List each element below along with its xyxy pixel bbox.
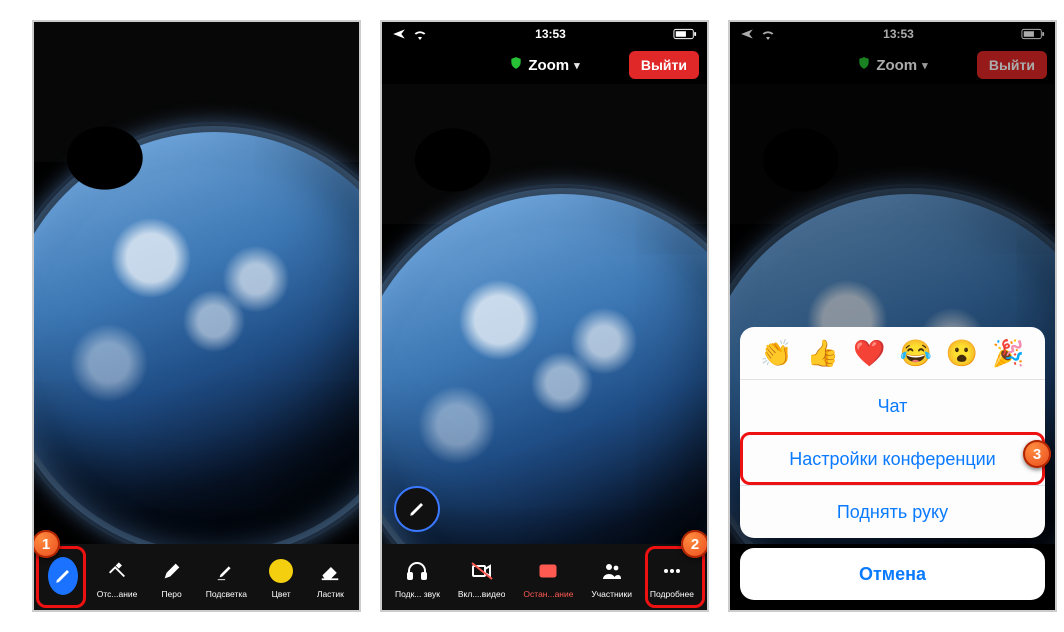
video-button[interactable]: Вкл....видео bbox=[458, 556, 506, 599]
nav-title: Zoom bbox=[528, 57, 569, 74]
tool-label: Подробнее bbox=[650, 589, 694, 599]
tool-label: Остан...ание bbox=[523, 589, 573, 599]
status-bar: 13:53 bbox=[382, 22, 707, 46]
screenshot-more-menu: 13:53 Zoom ▾ Выйти 👏 👍 ❤️ 😂 bbox=[730, 22, 1055, 610]
meeting-toolbar: Подк... звук Вкл....видео Остан...ание У… bbox=[382, 544, 707, 610]
tool-label: Подк... звук bbox=[395, 589, 440, 599]
chat-option[interactable]: Чат bbox=[740, 379, 1045, 432]
cancel-button[interactable]: Отмена bbox=[740, 548, 1045, 600]
shared-content bbox=[34, 22, 359, 544]
reactions-row: 👏 👍 ❤️ 😂 😮 🎉 bbox=[740, 327, 1045, 379]
battery-icon bbox=[673, 28, 697, 40]
screenshot-annotation-tools: Отс...ание Перо Подсветка Цвет Ластик 1 bbox=[34, 22, 359, 610]
headphones-icon bbox=[402, 556, 432, 586]
annotation-toolbar: Отс...ание Перо Подсветка Цвет Ластик bbox=[34, 544, 359, 610]
meeting-title-dropdown[interactable]: Zoom ▾ bbox=[509, 56, 579, 74]
undo-tool[interactable]: Отс...ание bbox=[97, 556, 138, 599]
stop-share-button[interactable]: Остан...ание bbox=[523, 556, 573, 599]
color-swatch-icon bbox=[266, 556, 296, 586]
color-tool[interactable]: Цвет bbox=[266, 556, 296, 599]
tool-label: Цвет bbox=[272, 589, 291, 599]
shared-content bbox=[382, 84, 707, 544]
audio-button[interactable]: Подк... звук bbox=[395, 556, 440, 599]
reaction-wow[interactable]: 😮 bbox=[946, 338, 978, 369]
meeting-settings-option[interactable]: Настройки конференции bbox=[740, 432, 1045, 485]
video-off-icon bbox=[467, 556, 497, 586]
highlight-tool[interactable]: Подсветка bbox=[206, 556, 247, 599]
wifi-icon bbox=[412, 28, 428, 40]
more-action-sheet: 👏 👍 ❤️ 😂 😮 🎉 Чат Настройки конференции П… bbox=[740, 327, 1045, 600]
eraser-icon bbox=[315, 556, 345, 586]
highlighter-icon bbox=[211, 556, 241, 586]
participants-icon bbox=[597, 556, 627, 586]
tool-label: Вкл....видео bbox=[458, 589, 506, 599]
raise-hand-option[interactable]: Поднять руку bbox=[740, 485, 1045, 538]
eraser-tool[interactable]: Ластик bbox=[315, 556, 345, 599]
pencil-icon bbox=[48, 557, 78, 595]
more-icon bbox=[657, 556, 687, 586]
pen-tool[interactable]: Перо bbox=[157, 556, 187, 599]
annotate-fab[interactable] bbox=[394, 486, 440, 532]
participants-button[interactable]: Участники bbox=[591, 556, 632, 599]
shield-icon bbox=[509, 56, 523, 74]
chevron-down-icon: ▾ bbox=[574, 59, 580, 72]
pen-icon bbox=[157, 556, 187, 586]
reaction-joy[interactable]: 😂 bbox=[900, 338, 932, 369]
screenshot-meeting-toolbar: 13:53 Zoom ▾ Выйти Подк... звук bbox=[382, 22, 707, 610]
reaction-clap[interactable]: 👏 bbox=[760, 338, 792, 369]
tool-label: Перо bbox=[161, 589, 181, 599]
leave-button[interactable]: Выйти bbox=[629, 51, 699, 79]
reaction-thumbs-up[interactable]: 👍 bbox=[807, 338, 839, 369]
status-time: 13:53 bbox=[535, 27, 566, 41]
sparkle-icon bbox=[102, 556, 132, 586]
airplane-icon bbox=[392, 27, 406, 41]
tool-label: Участники bbox=[591, 589, 632, 599]
pencil-icon bbox=[408, 500, 426, 518]
more-button[interactable]: Подробнее bbox=[650, 556, 694, 599]
reaction-heart[interactable]: ❤️ bbox=[853, 338, 885, 369]
stop-icon bbox=[533, 556, 563, 586]
edit-tool[interactable] bbox=[48, 561, 78, 594]
tool-label: Подсветка bbox=[206, 589, 247, 599]
nav-bar: Zoom ▾ Выйти bbox=[382, 46, 707, 84]
tool-label: Отс...ание bbox=[97, 589, 138, 599]
tool-label: Ластик bbox=[317, 589, 344, 599]
reaction-tada[interactable]: 🎉 bbox=[992, 338, 1024, 369]
